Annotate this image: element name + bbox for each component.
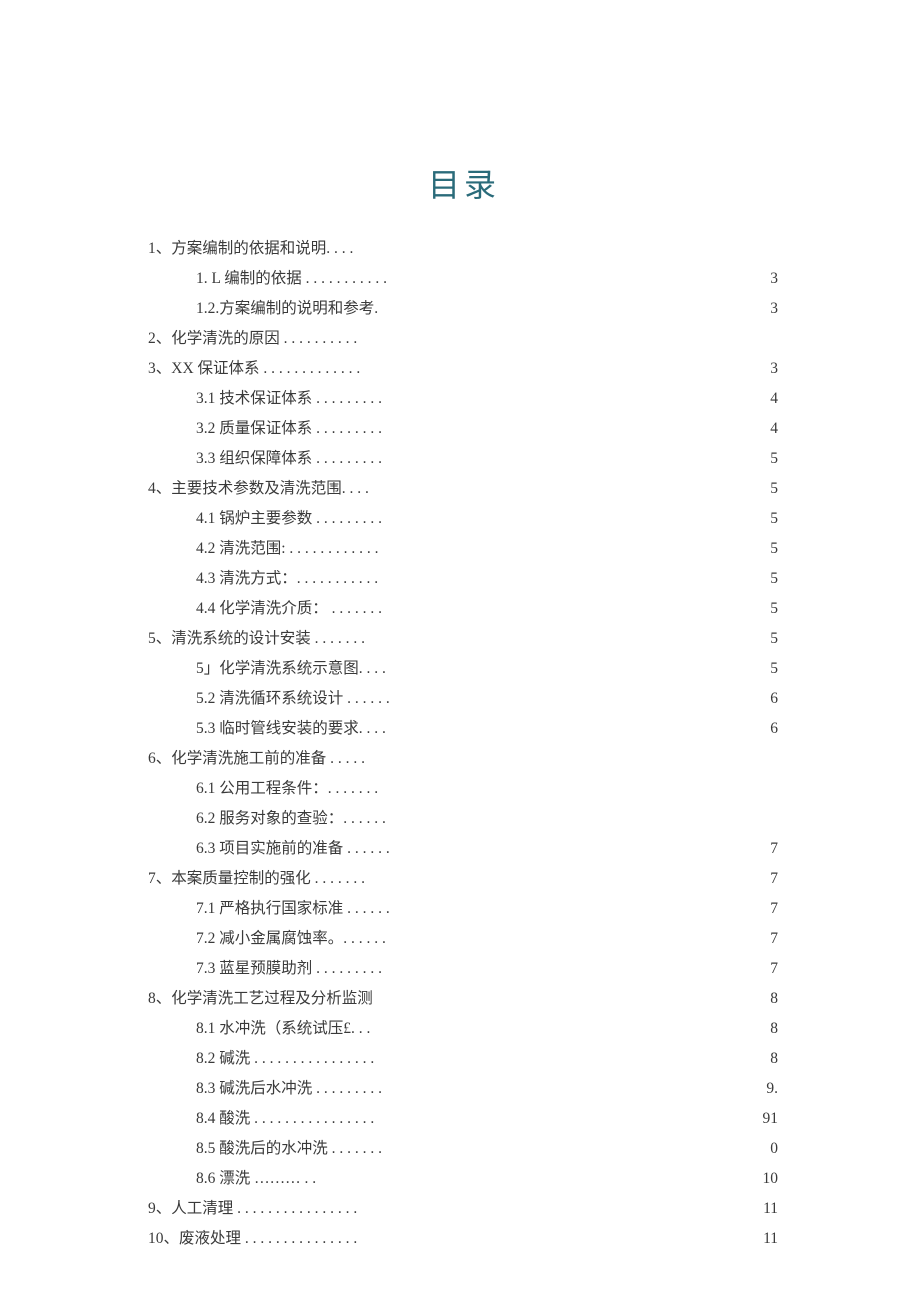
- toc-page-number: 7: [458, 864, 778, 894]
- toc-page-number: 10: [458, 1164, 778, 1194]
- toc-page-number: 11: [458, 1194, 778, 1224]
- toc-entry: 9、人工清理 . . . . . . . . . . . . . . . .: [148, 1194, 458, 1224]
- toc-entry: 4.2 清洗范围: . . . . . . . . . . . .: [148, 534, 458, 564]
- toc-pages-column: .33.3445555555566...777778889.910101111: [458, 234, 780, 1254]
- toc-page-number: 9.: [458, 1074, 778, 1104]
- toc-page-number: 7: [458, 954, 778, 984]
- toc-entry: 8.1 水冲洗（系统试压£. . .: [148, 1014, 458, 1044]
- toc-entries-column: 1、方案编制的依据和说明. . . .1. L 编制的依据 . . . . . …: [148, 234, 458, 1254]
- toc-entry: 6.1 公用工程条件：. . . . . . .: [148, 774, 458, 804]
- toc-entry: 6.2 服务对象的查验：. . . . . .: [148, 804, 458, 834]
- toc-entry: 10、废液处理 . . . . . . . . . . . . . . .: [148, 1224, 458, 1254]
- toc-entry: 8、化学清洗工艺过程及分析监测: [148, 984, 458, 1014]
- toc-page-number: 5: [458, 534, 778, 564]
- toc-entry: 7、本案质量控制的强化 . . . . . . .: [148, 864, 458, 894]
- toc-page-number: 6: [458, 714, 778, 744]
- toc-entry: 4.1 锅炉主要参数 . . . . . . . . .: [148, 504, 458, 534]
- toc-body: 1、方案编制的依据和说明. . . .1. L 编制的依据 . . . . . …: [148, 234, 780, 1254]
- toc-entry: 3、XX 保证体系 . . . . . . . . . . . . .: [148, 354, 458, 384]
- toc-entry: 7.1 严格执行国家标准 . . . . . .: [148, 894, 458, 924]
- toc-page-number: 7: [458, 834, 778, 864]
- toc-page-number: 5: [458, 504, 778, 534]
- toc-entry: 8.5 酸洗后的水冲洗 . . . . . . .: [148, 1134, 458, 1164]
- toc-page-number: 3: [458, 354, 778, 384]
- toc-entry: 6.3 项目实施前的准备 . . . . . .: [148, 834, 458, 864]
- toc-entry: 7.2 减小金属腐蚀率。. . . . . .: [148, 924, 458, 954]
- toc-page-number: 8: [458, 984, 778, 1014]
- toc-page-number: 7: [458, 924, 778, 954]
- document-page: 目录 1、方案编制的依据和说明. . . .1. L 编制的依据 . . . .…: [0, 0, 920, 1314]
- toc-entry: 6、化学清洗施工前的准备 . . . . .: [148, 744, 458, 774]
- toc-page-number: 5: [458, 564, 778, 594]
- toc-page-number: 0: [458, 1134, 778, 1164]
- toc-page-number: 11: [458, 1224, 778, 1254]
- toc-entry: 4.4 化学清洗介质： . . . . . . .: [148, 594, 458, 624]
- toc-entry: 8.3 碱洗后水冲洗 . . . . . . . . .: [148, 1074, 458, 1104]
- toc-page-number: 5: [458, 594, 778, 624]
- toc-entry: 8.4 酸洗 . . . . . . . . . . . . . . . .: [148, 1104, 458, 1134]
- toc-entry: 5、清洗系统的设计安装 . . . . . . .: [148, 624, 458, 654]
- toc-entry: 4.3 清洗方式：. . . . . . . . . . .: [148, 564, 458, 594]
- toc-page-number: 3: [458, 294, 778, 324]
- toc-page-number: 5: [458, 624, 778, 654]
- toc-page-number: 5: [458, 444, 778, 474]
- toc-page-number: 5: [458, 654, 778, 684]
- toc-entry: 7.3 蓝星预膜助剂 . . . . . . . . .: [148, 954, 458, 984]
- toc-page-number: 8: [458, 1044, 778, 1074]
- toc-entry: 3.2 质量保证体系 . . . . . . . . .: [148, 414, 458, 444]
- toc-page-number: 4: [458, 414, 778, 444]
- toc-entry: 8.6 漂洗 ……… . .: [148, 1164, 458, 1194]
- toc-entry: 5.2 清洗循环系统设计 . . . . . .: [148, 684, 458, 714]
- toc-page-number: 4: [458, 384, 778, 414]
- toc-entry: 3.1 技术保证体系 . . . . . . . . .: [148, 384, 458, 414]
- toc-entry: 5」化学清洗系统示意图. . . .: [148, 654, 458, 684]
- toc-page-number: 3: [458, 264, 778, 294]
- toc-entry: 1. L 编制的依据 . . . . . . . . . . .: [148, 264, 458, 294]
- toc-entry: 5.3 临时管线安装的要求. . . .: [148, 714, 458, 744]
- toc-title: 目录: [148, 160, 780, 206]
- toc-entry: 3.3 组织保障体系 . . . . . . . . .: [148, 444, 458, 474]
- toc-page-number: 8: [458, 1014, 778, 1044]
- toc-entry: 8.2 碱洗 . . . . . . . . . . . . . . . .: [148, 1044, 458, 1074]
- toc-entry: 1、方案编制的依据和说明. . . .: [148, 234, 458, 264]
- toc-page-number: 91: [458, 1104, 778, 1134]
- toc-entry: 2、化学清洗的原因 . . . . . . . . . .: [148, 324, 458, 354]
- toc-entry: 4、主要技术参数及清洗范围. . . .: [148, 474, 458, 504]
- toc-page-number: 6: [458, 684, 778, 714]
- toc-page-number: 7: [458, 894, 778, 924]
- toc-page-number: 5: [458, 474, 778, 504]
- toc-entry: 1.2.方案编制的说明和参考.: [148, 294, 458, 324]
